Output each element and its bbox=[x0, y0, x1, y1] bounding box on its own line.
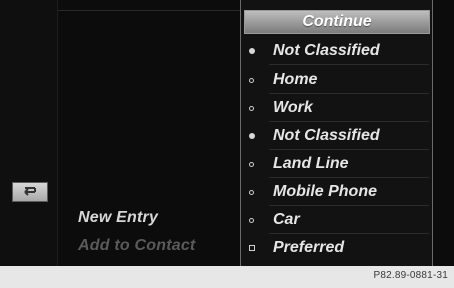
caption-bar: P82.89-0881-31 bbox=[0, 266, 454, 288]
radio-selected-icon bbox=[249, 133, 263, 139]
row-divider bbox=[269, 64, 429, 65]
center-divider bbox=[58, 10, 240, 11]
panel-item-car[interactable]: Car bbox=[249, 209, 429, 231]
panel-item-preferred[interactable]: Preferred bbox=[249, 237, 429, 259]
screen: New Entry Add to Contact Continue Not Cl… bbox=[0, 0, 454, 266]
checkbox-icon bbox=[249, 245, 263, 251]
radio-unselected-icon bbox=[249, 77, 263, 83]
panel-item-label: Not Classified bbox=[273, 127, 380, 144]
row-divider bbox=[269, 93, 429, 94]
center-pane: New Entry Add to Contact bbox=[58, 0, 240, 266]
panel-item-label: Work bbox=[273, 99, 313, 116]
panel-item-label: Land Line bbox=[273, 155, 349, 172]
back-button[interactable] bbox=[12, 182, 48, 202]
row-divider bbox=[269, 149, 429, 150]
row-divider bbox=[269, 121, 429, 122]
new-entry-item[interactable]: New Entry bbox=[78, 209, 238, 227]
row-divider bbox=[269, 177, 429, 178]
panel-item-label: Car bbox=[273, 211, 300, 228]
radio-unselected-icon bbox=[249, 105, 263, 111]
back-arrow-icon bbox=[21, 186, 39, 198]
panel-item-label: Mobile Phone bbox=[273, 183, 377, 200]
panel-item-mobile-phone[interactable]: Mobile Phone bbox=[249, 181, 429, 203]
right-strip bbox=[433, 0, 454, 266]
add-to-contact-item[interactable]: Add to Contact bbox=[78, 237, 238, 255]
left-sidebar bbox=[0, 0, 58, 266]
panel-item-home[interactable]: Home bbox=[249, 69, 429, 91]
panel-item-label: Not Classified bbox=[273, 42, 380, 59]
radio-unselected-icon bbox=[249, 189, 263, 195]
panel-item-work[interactable]: Work bbox=[249, 97, 429, 119]
panel-item-label: Home bbox=[273, 71, 318, 88]
panel-item-not-classified-1[interactable]: Not Classified bbox=[249, 40, 429, 62]
row-divider bbox=[269, 205, 429, 206]
display-frame: New Entry Add to Contact Continue Not Cl… bbox=[0, 0, 454, 288]
row-divider bbox=[269, 233, 429, 234]
figure-code: P82.89-0881-31 bbox=[373, 270, 448, 281]
continue-button[interactable]: Continue bbox=[244, 10, 430, 34]
radio-selected-icon bbox=[249, 48, 263, 54]
classification-panel: Continue Not Classified Home Work Not Cl… bbox=[240, 0, 433, 266]
panel-item-land-line[interactable]: Land Line bbox=[249, 153, 429, 175]
panel-item-not-classified-2[interactable]: Not Classified bbox=[249, 125, 429, 147]
radio-unselected-icon bbox=[249, 161, 263, 167]
panel-item-label: Preferred bbox=[273, 239, 345, 256]
radio-unselected-icon bbox=[249, 217, 263, 223]
